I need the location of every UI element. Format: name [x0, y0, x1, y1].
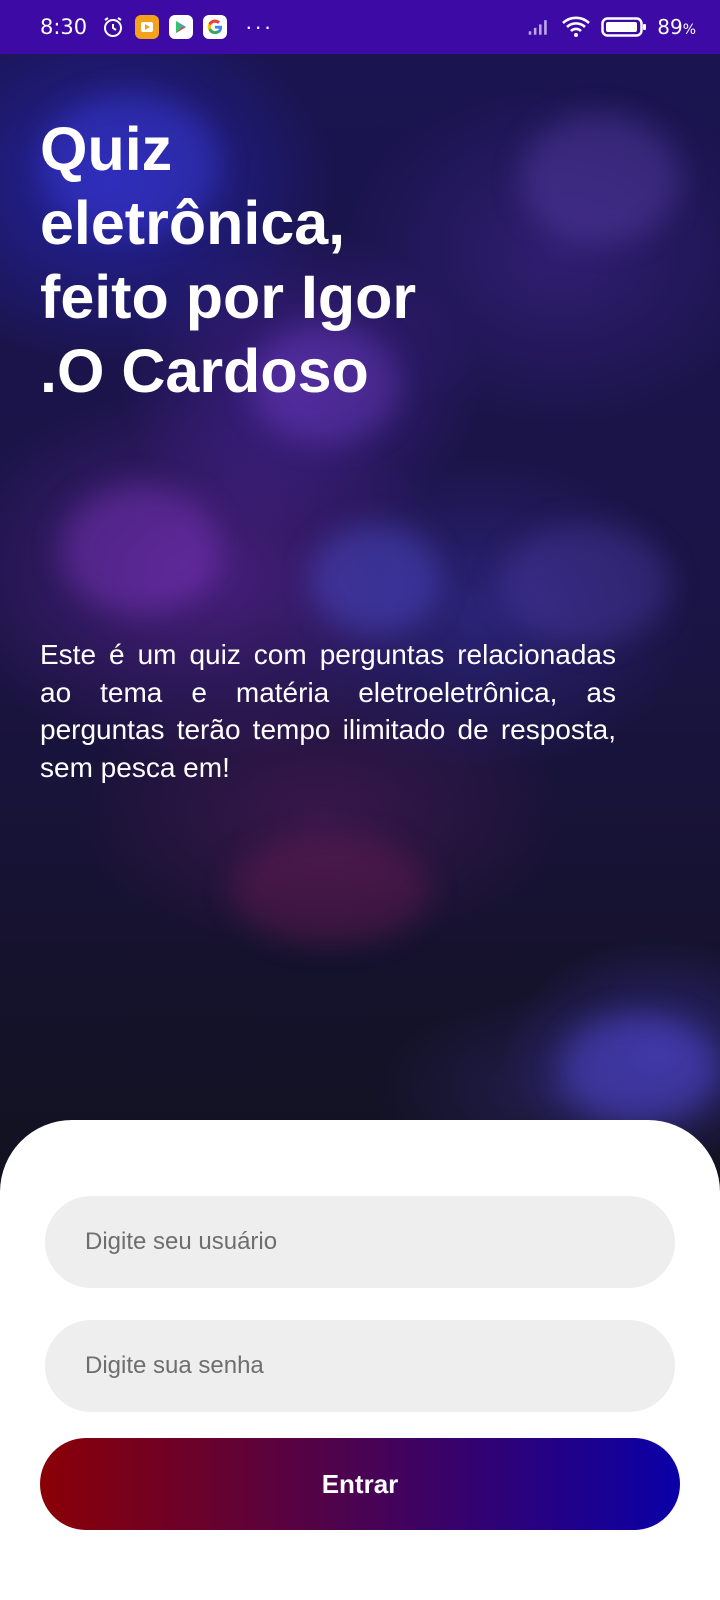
page-title: Quiz eletrônica, feito por Igor .O Cardo…: [40, 115, 417, 405]
bokeh-light: [310, 524, 440, 634]
bokeh-light: [520, 114, 680, 244]
status-time: 8:30: [40, 15, 88, 39]
alarm-icon: [101, 15, 125, 39]
username-input[interactable]: [45, 1196, 675, 1288]
enter-button[interactable]: Entrar: [40, 1438, 680, 1530]
login-card: Entrar: [0, 1120, 720, 1600]
google-icon: [203, 15, 228, 39]
password-input[interactable]: [45, 1320, 675, 1412]
status-right: 89%: [527, 15, 696, 39]
battery-icon: [601, 15, 647, 39]
video-app-icon: [135, 15, 160, 39]
status-left: 8:30 ···: [40, 15, 273, 39]
wifi-icon: [561, 15, 591, 39]
bokeh-light: [500, 524, 670, 644]
bokeh-light: [60, 484, 220, 614]
status-bar: 8:30 ··· 89%: [0, 0, 720, 54]
more-notifications-icon: ···: [245, 14, 274, 39]
play-store-icon: [169, 15, 194, 39]
bokeh-light: [230, 834, 430, 944]
signal-icon: [527, 15, 551, 39]
quiz-description: Este é um quiz com perguntas relacionada…: [40, 639, 616, 783]
bokeh-light: [560, 1014, 720, 1124]
battery-percentage: 89%: [657, 15, 696, 39]
